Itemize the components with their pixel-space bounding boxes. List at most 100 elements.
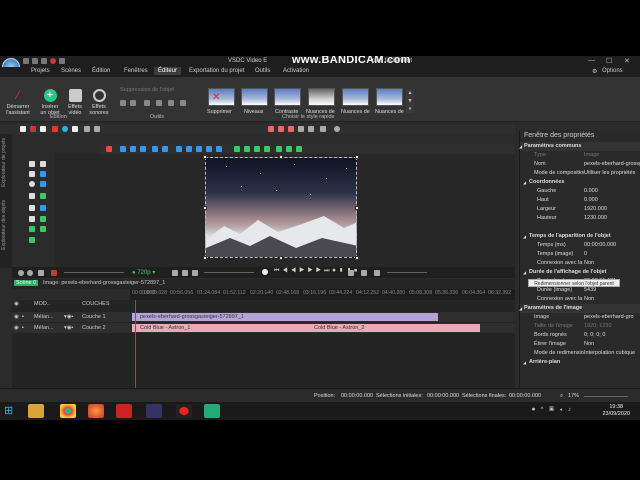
resize-handle-t[interactable] — [279, 155, 283, 159]
resize-handle-l[interactable] — [203, 206, 207, 210]
blend-mode[interactable]: Mélan... — [34, 314, 54, 320]
tab-scenes[interactable]: Scènes — [61, 68, 81, 74]
volume-slider[interactable] — [387, 272, 427, 273]
collapse-icon[interactable]: ◢ — [523, 268, 526, 277]
red-square-icon[interactable] — [52, 126, 58, 132]
camera-icon[interactable] — [361, 270, 367, 276]
zoom-slider[interactable] — [584, 396, 628, 397]
property-row[interactable]: Nom pexels-eberhard-grossg — [520, 160, 640, 169]
effect-tool-icon[interactable] — [29, 226, 35, 232]
windows-start-icon[interactable]: ⊞ — [4, 404, 20, 418]
volume-icon[interactable] — [374, 270, 380, 276]
system-clock[interactable]: 19:38 23/09/2020 — [602, 404, 630, 418]
vsdc-taskbar-icon[interactable] — [204, 404, 220, 418]
text-tool-icon[interactable] — [29, 161, 35, 167]
property-row[interactable]: Largeur 1920.000 — [520, 205, 640, 214]
backward-icon[interactable] — [286, 146, 292, 152]
playhead[interactable] — [135, 300, 136, 388]
zoom-in-icon[interactable] — [27, 270, 33, 276]
collapse-icon[interactable]: ◢ — [523, 178, 526, 187]
redo-icon[interactable] — [94, 126, 100, 132]
image-clip[interactable]: pexels-eberhard-grossgasteiger-572897_1 — [132, 313, 438, 321]
rotate-icon[interactable] — [180, 100, 186, 106]
minimize-icon[interactable]: — — [588, 57, 595, 64]
zoom-100-icon[interactable] — [298, 126, 304, 132]
style-thumb-niveaux[interactable] — [241, 88, 268, 106]
firefox-icon[interactable] — [88, 404, 104, 418]
property-row[interactable]: Étirer l'image Non — [520, 340, 640, 349]
options-link[interactable]: Options — [602, 68, 623, 74]
property-row[interactable]: Hauteur 1230.000 — [520, 214, 640, 223]
resize-to-parent-button[interactable]: Redimensionner selon l'objet parent — [528, 279, 620, 287]
style-thumb-contraste[interactable] — [274, 88, 301, 106]
style-thumb-supprimer[interactable]: ✕ — [208, 88, 235, 106]
view-icon[interactable] — [308, 126, 314, 132]
visibility-icon[interactable]: ◉ — [14, 314, 19, 320]
resize-handle-br[interactable] — [355, 256, 359, 260]
layer-options-icon[interactable]: ▾◉▪ — [64, 314, 74, 320]
ellipse-tool-icon[interactable] — [29, 181, 35, 187]
tab-projets[interactable]: Projets — [31, 68, 50, 74]
speed-slider[interactable] — [204, 272, 254, 273]
style-thumb-nuances-2[interactable] — [342, 88, 369, 106]
layer-options-icon[interactable]: ▾◉▪ — [64, 325, 74, 331]
flip-icon[interactable] — [296, 146, 302, 152]
open-icon[interactable] — [32, 58, 38, 64]
send-back-icon[interactable] — [264, 146, 270, 152]
collapse-icon[interactable]: ◢ — [523, 232, 526, 241]
style-scroll[interactable]: ▲ ▼ ▾ — [406, 89, 414, 113]
rectangle-tool-icon[interactable] — [29, 193, 35, 199]
property-row[interactable]: ◢ Durée de l'affichage de l'objet — [520, 268, 640, 277]
visibility-icon[interactable]: ◉ — [14, 325, 19, 331]
property-row[interactable]: Image pexels-eberhard-gro — [520, 313, 640, 322]
video-tool-icon[interactable] — [40, 181, 46, 187]
move-down-icon[interactable] — [244, 146, 250, 152]
distribute-h-icon[interactable] — [176, 146, 182, 152]
guides-icon[interactable] — [288, 126, 294, 132]
align-bottom-icon[interactable] — [162, 146, 168, 152]
app-red-icon[interactable] — [116, 404, 132, 418]
property-row[interactable]: ◢ Temps de l'apparition de l'objet — [520, 232, 640, 241]
start-wizard-button[interactable]: ⁄ Démarrer l'assistant — [4, 89, 32, 117]
property-row[interactable]: Bords rognés 0; 0; 0; 0 — [520, 331, 640, 340]
app-gallery-icon[interactable] — [146, 404, 162, 418]
align-center-icon[interactable] — [120, 146, 126, 152]
collapse-icon[interactable]: ◢ — [519, 142, 522, 151]
style-thumb-nuances-1[interactable] — [308, 88, 335, 106]
forward-icon[interactable] — [276, 146, 282, 152]
pen-tool-icon[interactable] — [29, 205, 35, 211]
crop-icon[interactable] — [130, 100, 136, 106]
tray-icons[interactable]: ⏺ ^ ▣ ◂ ♪ — [532, 407, 573, 414]
bandicam-icon[interactable] — [176, 404, 192, 418]
resize-handle-b[interactable] — [279, 256, 283, 260]
move-up-icon[interactable] — [234, 146, 240, 152]
style-thumb-nuances-3[interactable] — [376, 88, 403, 106]
zoom-out-icon[interactable] — [18, 270, 24, 276]
timeline-zoom-slider[interactable] — [64, 272, 124, 273]
copy-icon[interactable] — [72, 126, 78, 132]
property-row[interactable]: Taille de l'image 1920; 1230 — [520, 322, 640, 331]
resize-handle-r[interactable] — [355, 206, 359, 210]
animation-tool-icon[interactable] — [29, 237, 35, 243]
tab-activation[interactable]: Activation — [283, 68, 309, 74]
chart-tool-icon[interactable] — [40, 205, 46, 211]
property-row[interactable]: ◢ Arrière-plan — [520, 358, 640, 367]
maximize-icon[interactable]: ☐ — [606, 57, 612, 65]
tab-outils[interactable]: Outils — [255, 68, 270, 74]
settings-small-icon[interactable] — [334, 126, 340, 132]
undo-icon[interactable] — [84, 126, 90, 132]
loop-icon[interactable] — [262, 269, 268, 275]
sprite-tool-icon[interactable] — [40, 226, 46, 232]
align-top-icon[interactable] — [140, 146, 146, 152]
record-icon[interactable] — [50, 58, 56, 64]
scene-tab[interactable]: Scène 0 — [14, 280, 39, 286]
image-tool-icon[interactable] — [40, 171, 46, 177]
audio-clip-2[interactable]: Cold Blue - Astron_2 — [306, 324, 480, 332]
grid-icon[interactable] — [278, 126, 284, 132]
time-ruler[interactable]: 00:00.000 00:08.028 00:56.056 01:24.084 … — [130, 289, 515, 300]
audio-tool-icon[interactable] — [40, 193, 46, 199]
same-width-icon[interactable] — [196, 146, 202, 152]
fit-icon[interactable] — [38, 270, 44, 276]
playback-icon-3[interactable] — [192, 270, 198, 276]
audio-clip-1[interactable]: Cold Blue - Astron_1 — [132, 324, 306, 332]
